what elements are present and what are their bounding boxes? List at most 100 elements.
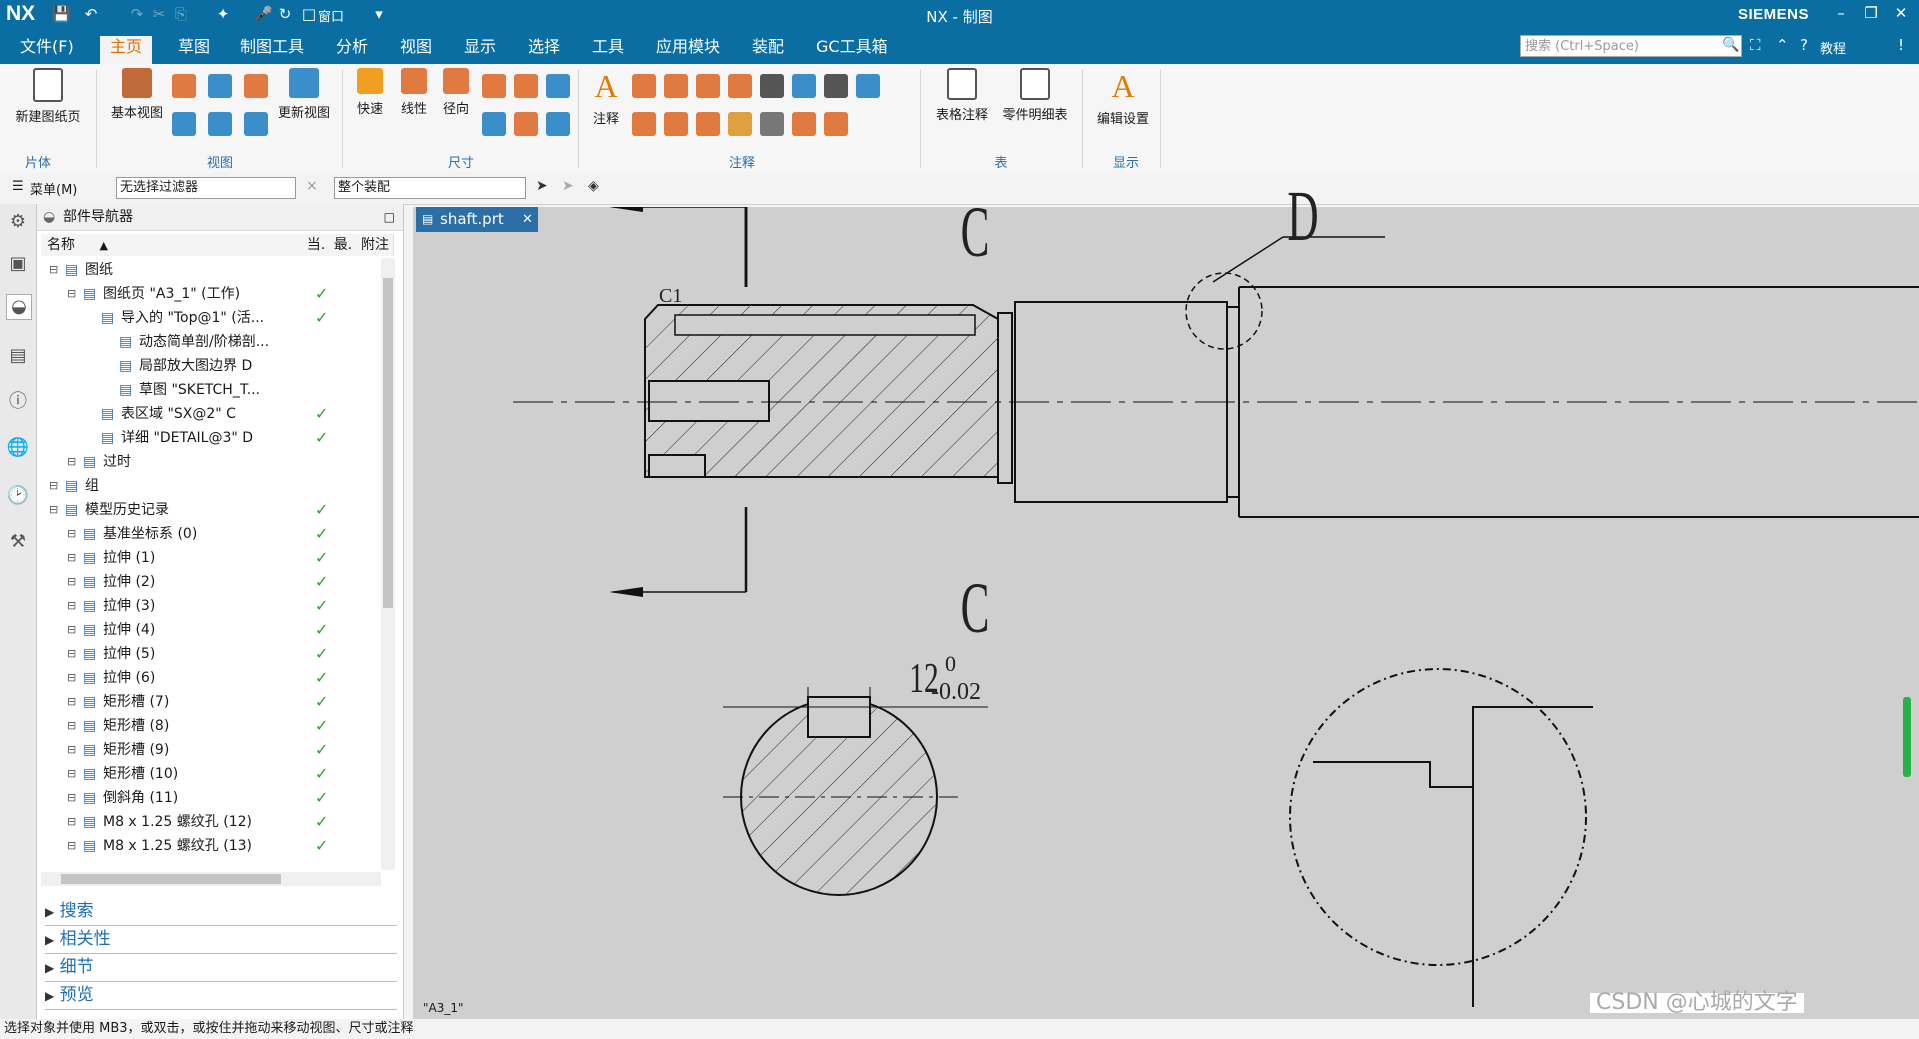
weld-symbol-icon[interactable] bbox=[728, 74, 752, 98]
break-view-icon[interactable] bbox=[172, 112, 196, 136]
main-menu-button[interactable]: 菜单(M) bbox=[30, 179, 77, 198]
section-label-c-bottom[interactable]: C bbox=[961, 567, 990, 650]
tree-row[interactable]: ⊟ ▤ 拉伸 (5) ✓ bbox=[47, 642, 377, 666]
expand-toggle-icon[interactable]: ⊟ bbox=[67, 810, 76, 834]
tolerance-upper[interactable]: 0 bbox=[945, 651, 956, 677]
tree-row[interactable]: ⊟ ▤ 倒斜角 (11) ✓ bbox=[47, 786, 377, 810]
tree-row[interactable]: ⊟ ▤ M8 x 1.25 螺纹孔 (13) ✓ bbox=[47, 834, 377, 858]
expand-toggle-icon[interactable]: ⊟ bbox=[67, 594, 76, 618]
column-header-current[interactable]: 当. bbox=[303, 234, 330, 256]
expand-toggle-icon[interactable]: ⊟ bbox=[67, 714, 76, 738]
intersection-symbol-icon[interactable] bbox=[824, 74, 848, 98]
expand-toggle-icon[interactable]: ⊟ bbox=[67, 666, 76, 690]
tree-row[interactable]: ⊟ ▤ 模型历史记录 ✓ bbox=[47, 498, 377, 522]
tree-row[interactable]: ⊟ ▤ 拉伸 (3) ✓ bbox=[47, 594, 377, 618]
datum-feature-icon[interactable] bbox=[696, 74, 720, 98]
column-header-latest[interactable]: 最. bbox=[329, 234, 358, 256]
expand-toggle-icon[interactable]: ⊟ bbox=[67, 738, 76, 762]
tree-row[interactable]: ⊟ ▤ 拉伸 (1) ✓ bbox=[47, 546, 377, 570]
section-label-c-top[interactable]: C bbox=[961, 191, 990, 274]
note-button[interactable]: A 注释 bbox=[586, 68, 626, 127]
expand-toggle-icon[interactable]: ⊟ bbox=[67, 786, 76, 810]
fullscreen-icon[interactable]: ⛶ bbox=[1750, 36, 1761, 54]
tree-row[interactable]: ⊟ ▤ 组 bbox=[47, 474, 377, 498]
menu-applications[interactable]: 应用模块 bbox=[646, 36, 730, 64]
expand-toggle-icon[interactable]: ⊟ bbox=[67, 834, 76, 858]
scroll-indicator[interactable] bbox=[1903, 697, 1911, 777]
view-break-icon[interactable] bbox=[208, 112, 232, 136]
tree-row[interactable]: ▤ 草图 "SKETCH_T... bbox=[47, 378, 377, 402]
datum-target-icon[interactable] bbox=[632, 112, 656, 136]
tutorial-link[interactable]: 教程 bbox=[1820, 38, 1846, 57]
id-symbol-icon[interactable] bbox=[664, 112, 688, 136]
base-view-button[interactable]: 基本视图 bbox=[102, 68, 172, 121]
update-views-button[interactable]: 更新视图 bbox=[272, 68, 336, 121]
menu-display[interactable]: 显示 bbox=[454, 36, 506, 64]
expand-toggle-icon[interactable]: ⊟ bbox=[49, 258, 58, 282]
restore-icon[interactable]: ❐ bbox=[1860, 4, 1882, 22]
help-icon[interactable]: ? bbox=[1800, 36, 1808, 54]
radial-dimension-button[interactable]: 径向 bbox=[436, 68, 476, 117]
surface-finish-icon[interactable] bbox=[664, 74, 688, 98]
roles-icon[interactable]: ⚒ bbox=[6, 530, 30, 554]
parts-list-button[interactable]: 零件明细表 bbox=[998, 68, 1072, 123]
expand-toggle-icon[interactable]: ⊟ bbox=[49, 474, 58, 498]
menu-home[interactable]: 主页 bbox=[100, 36, 153, 64]
scope-select[interactable]: 整个装配 bbox=[334, 177, 526, 199]
column-header-notes[interactable]: 附注 bbox=[357, 234, 394, 256]
angular-dimension-icon[interactable] bbox=[482, 74, 506, 98]
section-view-icon[interactable] bbox=[244, 74, 268, 98]
snap-point-icon[interactable]: ◈ bbox=[588, 178, 599, 194]
thickness-dimension-icon[interactable] bbox=[546, 74, 570, 98]
menu-drafting-tools[interactable]: 制图工具 bbox=[230, 36, 314, 64]
search-input[interactable]: 搜索 (Ctrl+Space) bbox=[1520, 35, 1742, 57]
tree-row[interactable]: ⊟ ▤ 拉伸 (4) ✓ bbox=[47, 618, 377, 642]
selection-filter-select[interactable]: 无选择过滤器 bbox=[116, 177, 296, 199]
menu-view[interactable]: 视图 bbox=[390, 36, 442, 64]
assembly-navigator-icon[interactable]: ▣ bbox=[6, 252, 30, 276]
tree-row[interactable]: ⊟ ▤ 基准坐标系 (0) ✓ bbox=[47, 522, 377, 546]
detail-label-d[interactable]: D bbox=[1287, 175, 1318, 258]
column-header-name[interactable]: 名称 ▲ bbox=[41, 234, 304, 256]
image-icon[interactable] bbox=[760, 112, 784, 136]
expand-toggle-icon[interactable]: ⊟ bbox=[49, 498, 58, 522]
filter-reset-icon[interactable]: ⨯ bbox=[306, 178, 318, 194]
region-icon[interactable] bbox=[824, 112, 848, 136]
menu-assemblies[interactable]: 装配 bbox=[742, 36, 794, 64]
settings-icon[interactable]: ⚙ bbox=[6, 210, 30, 234]
drawing-sheet[interactable] bbox=[413, 207, 1919, 1019]
section-dependencies[interactable]: ▶ 相关性 bbox=[45, 926, 397, 954]
tree-row[interactable]: ▤ 表区域 "SX@2" C ✓ bbox=[47, 402, 377, 426]
hatch-icon[interactable] bbox=[728, 112, 752, 136]
search-icon[interactable]: 🔍 bbox=[1722, 37, 1739, 53]
history-icon[interactable]: 🕑 bbox=[6, 484, 30, 508]
minimize-icon[interactable]: – bbox=[1830, 4, 1852, 22]
close-icon[interactable]: ✕ bbox=[1890, 4, 1912, 22]
chamfer-label[interactable]: C1 bbox=[659, 285, 682, 308]
menu-tools[interactable]: 工具 bbox=[582, 36, 634, 64]
expand-toggle-icon[interactable]: ⊟ bbox=[67, 762, 76, 786]
menu-sketch[interactable]: 草图 bbox=[168, 36, 220, 64]
section-preview[interactable]: ▶ 预览 bbox=[45, 982, 397, 1010]
tree-row[interactable]: ⊟ ▤ 图纸页 "A3_1" (工作) ✓ bbox=[47, 282, 377, 306]
tolerance-lower[interactable]: -0.02 bbox=[931, 679, 981, 706]
selection-intent-icon[interactable]: ➤ bbox=[536, 178, 548, 194]
balloon-icon[interactable] bbox=[760, 74, 784, 98]
menu-gc-toolkit[interactable]: GC工具箱 bbox=[806, 36, 898, 64]
projected-view-icon[interactable] bbox=[172, 74, 196, 98]
graphics-window[interactable]: C D C1 C 12 0 -0.02 "A3_1" bbox=[413, 176, 1919, 1019]
quick-dimension-button[interactable]: 快速 bbox=[350, 68, 390, 117]
tree-row[interactable]: ▤ 动态简单剖/阶梯剖... bbox=[47, 330, 377, 354]
horizontal-scrollbar[interactable] bbox=[41, 872, 381, 886]
section-search[interactable]: ▶ 搜索 bbox=[45, 898, 397, 926]
expand-toggle-icon[interactable]: ⊟ bbox=[67, 450, 76, 474]
tree-row[interactable]: ▤ 局部放大图边界 D bbox=[47, 354, 377, 378]
tree-row[interactable]: ⊟ ▤ 矩形槽 (8) ✓ bbox=[47, 714, 377, 738]
linear-dimension-button[interactable]: 线性 bbox=[394, 68, 434, 117]
expand-toggle-icon[interactable]: ⊟ bbox=[67, 282, 76, 306]
tree-row[interactable]: ⊟ ▤ 图纸 bbox=[47, 258, 377, 282]
expand-toggle-icon[interactable]: ⊟ bbox=[67, 522, 76, 546]
vertical-scrollbar[interactable] bbox=[381, 258, 395, 870]
new-sheet-button[interactable]: 新建图纸页 bbox=[8, 68, 88, 125]
notification-icon[interactable]: ! bbox=[1898, 36, 1904, 54]
